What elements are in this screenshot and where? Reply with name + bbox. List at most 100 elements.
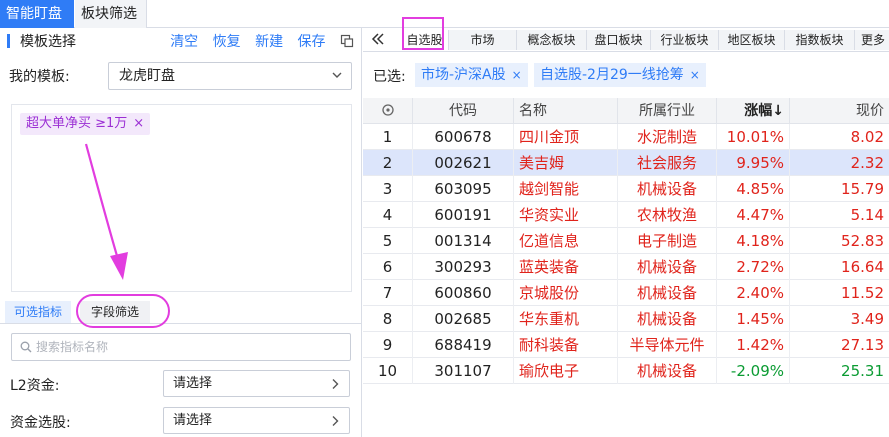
- my-template-select[interactable]: 龙虎盯盘: [108, 62, 352, 90]
- header-code[interactable]: 代码: [413, 98, 514, 124]
- tab-industry[interactable]: 行业板块: [651, 30, 719, 50]
- stock-name: 越剑智能: [514, 176, 618, 202]
- table-row[interactable]: 9 688419 耐科装备 半导体元件 1.42% 27.13: [363, 332, 889, 358]
- stock-code: 300293: [413, 254, 514, 280]
- header-name[interactable]: 名称: [514, 98, 618, 124]
- stock-industry: 半导体元件: [618, 332, 717, 358]
- stock-change: 9.95%: [717, 150, 790, 176]
- table-row[interactable]: 7 600860 京城股份 机械设备 2.40% 11.52: [363, 280, 889, 306]
- search-input[interactable]: [36, 338, 336, 356]
- my-template-value: 龙虎盯盘: [119, 68, 175, 84]
- stock-price: 5.14: [850, 206, 884, 224]
- chevron-down-icon: [332, 72, 342, 78]
- field-row-l2: L2资金: 请选择: [0, 370, 362, 398]
- table-row[interactable]: 8 002685 华东重机 机械设备 1.45% 3.49: [363, 306, 889, 332]
- stock-price: 27.13: [841, 336, 884, 354]
- stock-industry: 社会服务: [618, 150, 717, 176]
- close-icon[interactable]: ×: [133, 116, 144, 131]
- row-index: 2: [363, 150, 413, 176]
- sub-tab-bar: 可选指标 字段筛选: [0, 298, 362, 324]
- row-index: 10: [363, 358, 413, 384]
- filter-chip[interactable]: 市场-沪深A股 ×: [415, 63, 528, 87]
- field-select-value: 请选择: [173, 413, 213, 428]
- new-button[interactable]: 新建: [255, 34, 283, 50]
- condition-tag[interactable]: 超大单净买 ≥1万 ×: [20, 113, 151, 135]
- header-industry[interactable]: 所属行业: [618, 98, 717, 124]
- tab-region[interactable]: 地区板块: [719, 30, 785, 50]
- clear-button[interactable]: 清空: [170, 34, 198, 50]
- condition-tag-label: 超大单净买 ≥1万: [26, 116, 128, 131]
- stock-change: 10.01%: [717, 124, 790, 150]
- field-select-l2[interactable]: 请选择: [163, 370, 350, 397]
- stock-price: 16.64: [841, 258, 884, 276]
- stock-price: 15.79: [841, 180, 884, 198]
- restore-button[interactable]: 恢复: [213, 34, 241, 50]
- close-icon[interactable]: ×: [690, 68, 700, 82]
- stock-name: 亿道信息: [514, 228, 618, 254]
- tab-smart-watch[interactable]: 智能盯盘: [0, 0, 74, 28]
- stock-code: 002685: [413, 306, 514, 332]
- tab-available-indicators[interactable]: 可选指标: [5, 301, 71, 323]
- stock-change: -2.09%: [717, 358, 790, 384]
- tab-market[interactable]: 市场: [449, 30, 517, 50]
- filter-chip-label: 市场-沪深A股: [421, 67, 506, 83]
- annotation-rect: [402, 17, 444, 50]
- stock-price: 11.52: [841, 284, 884, 302]
- table-row[interactable]: 5 001314 亿道信息 电子制造 4.18% 52.83: [363, 228, 889, 254]
- selected-filters: 已选: 市场-沪深A股 × 自选股-2月29一线抢筹 ×: [363, 60, 889, 90]
- row-index: 5: [363, 228, 413, 254]
- stock-change: 4.47%: [717, 202, 790, 228]
- stock-industry: 机械设备: [618, 306, 717, 332]
- stock-industry: 机械设备: [618, 280, 717, 306]
- stock-code: 301107: [413, 358, 514, 384]
- tab-concept[interactable]: 概念板块: [517, 30, 587, 50]
- template-panel: 模板选择 清空 恢复 新建 保存 我的模板: 龙虎盯盘 超大单净买 ≥1万 × 可…: [0, 28, 362, 437]
- stock-name: 华东重机: [514, 306, 618, 332]
- tab-handicap[interactable]: 盘口板块: [587, 30, 651, 50]
- tab-sector-filter[interactable]: 板块筛选: [75, 0, 147, 28]
- field-select-fund[interactable]: 请选择: [163, 407, 350, 434]
- settings-icon[interactable]: [363, 98, 413, 124]
- filter-chip[interactable]: 自选股-2月29一线抢筹 ×: [534, 63, 706, 87]
- table-row[interactable]: 10 301107 瑜欣电子 机械设备 -2.09% 25.31: [363, 358, 889, 384]
- row-index: 6: [363, 254, 413, 280]
- search-icon: [20, 341, 32, 353]
- stock-panel: 自选股 市场 概念板块 盘口板块 行业板块 地区板块 指数板块 更多 已选: 市…: [363, 17, 889, 437]
- table-row[interactable]: 3 603095 越剑智能 机械设备 4.85% 15.79: [363, 176, 889, 202]
- stock-change: 2.72%: [717, 254, 790, 280]
- top-tab-bar: 智能盯盘 板块筛选: [0, 0, 889, 28]
- header-price[interactable]: 现价: [790, 98, 889, 124]
- close-icon[interactable]: ×: [512, 68, 522, 82]
- table-row[interactable]: 1 600678 四川金顶 水泥制造 10.01% 8.02: [363, 124, 889, 150]
- stock-change: 4.85%: [717, 176, 790, 202]
- stock-industry: 水泥制造: [618, 124, 717, 150]
- stock-code: 002621: [413, 150, 514, 176]
- chevron-right-icon: [332, 416, 339, 426]
- template-title: 模板选择: [20, 34, 76, 50]
- row-index: 8: [363, 306, 413, 332]
- chevron-right-icon: [332, 379, 339, 389]
- table-row[interactable]: 6 300293 蓝英装备 机械设备 2.72% 16.64: [363, 254, 889, 280]
- table-row[interactable]: 2 002621 美吉姆 社会服务 9.95% 2.32: [363, 150, 889, 176]
- field-select-value: 请选择: [173, 376, 213, 391]
- save-button[interactable]: 保存: [298, 34, 326, 50]
- table-row[interactable]: 4 600191 华资实业 农林牧渔 4.47% 5.14: [363, 202, 889, 228]
- header-change[interactable]: 涨幅↓: [717, 98, 790, 124]
- tab-index[interactable]: 指数板块: [785, 30, 855, 50]
- stock-price: 8.02: [850, 128, 884, 146]
- table-header: 代码 名称 所属行业 涨幅↓ 现价: [363, 98, 889, 124]
- template-header: 模板选择 清空 恢复 新建 保存: [0, 28, 362, 54]
- stock-name: 华资实业: [514, 202, 618, 228]
- stock-price: 3.49: [850, 310, 884, 328]
- filter-chip-label: 自选股-2月29一线抢筹: [540, 67, 684, 83]
- field-label-l2: L2资金:: [10, 378, 60, 394]
- stock-industry: 机械设备: [618, 176, 717, 202]
- tab-more[interactable]: 更多: [855, 30, 889, 50]
- export-icon[interactable]: [340, 34, 354, 48]
- stock-industry: 机械设备: [618, 254, 717, 280]
- stock-industry: 农林牧渔: [618, 202, 717, 228]
- stock-name: 瑜欣电子: [514, 358, 618, 384]
- stock-price: 25.31: [841, 362, 884, 380]
- collapse-icon[interactable]: [369, 30, 387, 48]
- stock-price: 2.32: [850, 154, 884, 172]
